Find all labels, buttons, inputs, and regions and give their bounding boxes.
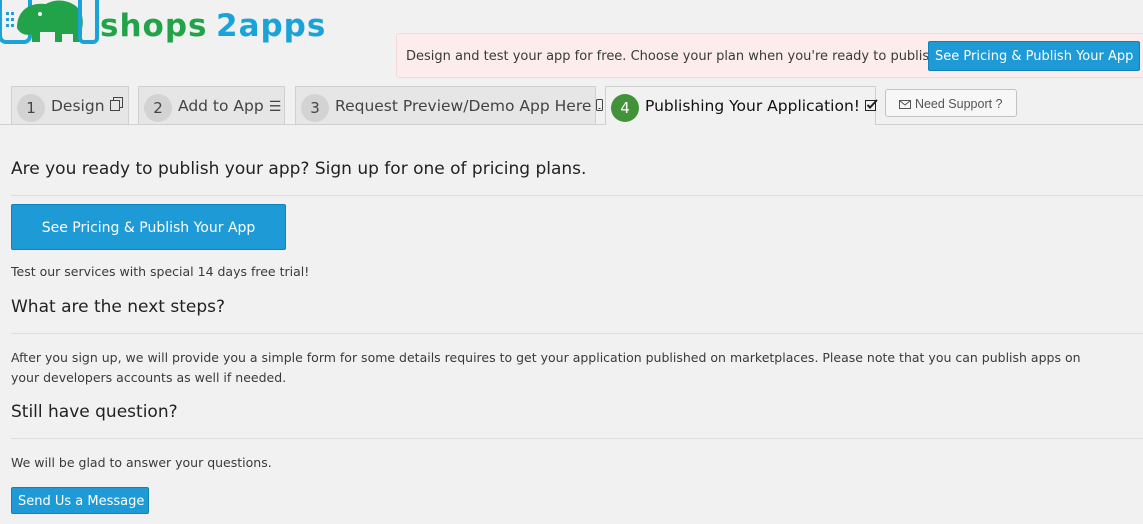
tab-label: Add to App xyxy=(178,97,264,115)
check-square-icon xyxy=(864,99,878,115)
brand-logo[interactable]: shops 2apps xyxy=(0,0,380,50)
tabs-divider xyxy=(0,124,1143,125)
tab-publishing[interactable]: 4 Publishing Your Application! xyxy=(605,86,878,125)
tab-design[interactable]: 1 Design xyxy=(11,86,129,124)
divider xyxy=(11,195,1143,196)
see-pricing-header-button[interactable]: See Pricing & Publish Your App xyxy=(928,41,1140,71)
divider xyxy=(11,333,1143,334)
step-number: 2 xyxy=(144,94,172,122)
need-support-label: Need Support ? xyxy=(914,97,1003,111)
promo-text: Design and test your app for free. Choos… xyxy=(406,49,955,64)
list-icon: ☰ xyxy=(268,99,282,115)
step-number: 1 xyxy=(17,94,45,122)
tab-request-preview[interactable]: 3 Request Preview/Demo App Here xyxy=(295,86,604,124)
svg-text:2apps: 2apps xyxy=(216,8,326,44)
send-message-button[interactable]: Send Us a Message xyxy=(11,487,149,514)
step-number: 3 xyxy=(301,94,329,122)
step-number: 4 xyxy=(611,94,639,122)
question-text: We will be glad to answer your questions… xyxy=(11,455,272,470)
see-pricing-publish-button[interactable]: See Pricing & Publish Your App xyxy=(11,204,286,250)
next-steps-text: After you sign up, we will provide you a… xyxy=(11,350,1081,385)
tab-add-to-app[interactable]: 2 Add to App ☰ xyxy=(138,86,285,124)
question-heading: Still have question? xyxy=(11,402,178,422)
publish-heading: Are you ready to publish your app? Sign … xyxy=(11,159,587,179)
need-support-button[interactable]: Need Support ? xyxy=(885,89,1017,117)
envelope-icon xyxy=(899,97,912,111)
copy-icon xyxy=(109,97,123,115)
divider xyxy=(11,438,1143,439)
mobile-icon xyxy=(596,99,604,115)
tab-label: Design xyxy=(51,97,105,115)
next-steps-heading: What are the next steps? xyxy=(11,297,225,317)
logo-mark: shops 2apps xyxy=(0,0,326,44)
svg-text:shops: shops xyxy=(100,8,207,44)
promo-banner: Design and test your app for free. Choos… xyxy=(396,33,1143,78)
tab-label: Request Preview/Demo App Here xyxy=(335,97,592,115)
tab-label: Publishing Your Application! xyxy=(645,97,860,115)
trial-text: Test our services with special 14 days f… xyxy=(11,264,310,279)
